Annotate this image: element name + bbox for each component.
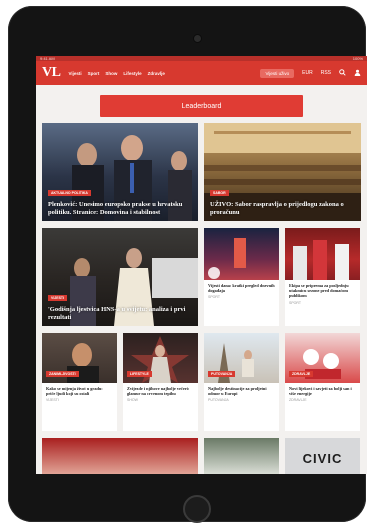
category-tag[interactable]: PUTOVANJA: [208, 371, 236, 377]
featured-article-1[interactable]: AKTUALNO POLITIKA Plenković: Unesimo eur…: [42, 123, 198, 221]
status-battery: 100%: [352, 56, 363, 61]
currency-link[interactable]: EUR: [302, 70, 313, 76]
bottom-card-4-photo: ZDRAVLJE: [285, 333, 360, 383]
secondary-card-2[interactable]: Ekipa se priprema za posljednju utakmicu…: [285, 228, 360, 326]
category-tag[interactable]: SABOR: [210, 190, 229, 196]
bottom-card-2-photo: LIFESTYLE: [123, 333, 198, 383]
featured-row: AKTUALNO POLITIKA Plenković: Unesimo eur…: [36, 123, 367, 221]
leaderboard-container: Leaderboard: [36, 85, 367, 123]
secondary-main-overlay: VIJESTI 'Godišnja ljestvica HNS-a u svij…: [48, 286, 192, 321]
secondary-row: VIJESTI 'Godišnja ljestvica HNS-a u svij…: [36, 228, 367, 326]
bottom-card-3-photo: PUTOVANJA: [204, 333, 279, 383]
search-icon[interactable]: [339, 68, 346, 78]
nav-item-show[interactable]: Show: [105, 71, 117, 76]
article-meta: SPORT: [289, 300, 301, 305]
featured-photo-1: AKTUALNO POLITIKA Plenković: Unesimo eur…: [42, 123, 198, 221]
live-news-pill[interactable]: Vijesti uživo: [260, 68, 295, 78]
secondary-card-1-photo: [204, 228, 279, 280]
rss-link[interactable]: RSS: [321, 70, 331, 76]
headline[interactable]: Vijesti dana: kratki pregled dnevnih dog…: [204, 280, 279, 293]
promo-card-1[interactable]: [42, 438, 198, 474]
bottom-card-3[interactable]: PUTOVANJA Najbolje destinacije za prolje…: [204, 333, 279, 431]
top-navigation: VL Vijesti Sport Show Lifestyle Zdravlje…: [36, 61, 367, 85]
article-meta: ZDRAVLJE: [289, 398, 307, 403]
article-meta: PUTOVANJA: [208, 398, 229, 403]
featured-photo-2: SABOR UŽIVO: Sabor raspravlja o prijedlo…: [204, 123, 361, 221]
headline[interactable]: Novi lijekovi i savjeti za bolji san i v…: [285, 383, 360, 396]
user-icon[interactable]: [354, 69, 361, 78]
article-meta: SHOW: [127, 398, 138, 403]
bottom-row: ZANIMLJIVOSTI Kako se mijenja život u gr…: [36, 333, 367, 431]
featured-article-2[interactable]: SABOR UŽIVO: Sabor raspravlja o prijedlo…: [204, 123, 361, 221]
camera-icon: [194, 35, 201, 42]
civic-ad[interactable]: CIVIC: [285, 438, 360, 474]
headline[interactable]: Zvijezde i njihove najbolje večeri: glam…: [123, 383, 198, 396]
screen: 9:41 AM 100% VL Vijesti Sport Show Lifes…: [36, 56, 367, 474]
article-meta: SPORT: [208, 295, 220, 300]
secondary-card-1[interactable]: Vijesti dana: kratki pregled dnevnih dog…: [204, 228, 279, 326]
bottom-card-1-photo: ZANIMLJIVOSTI: [42, 333, 117, 383]
category-tag[interactable]: VIJESTI: [48, 295, 68, 301]
headline[interactable]: Kako se mijenja život u gradu: priče lju…: [42, 383, 117, 396]
promo-card-2[interactable]: [204, 438, 279, 474]
category-tag[interactable]: ZDRAVLJE: [289, 371, 314, 377]
nav-item-zdravlje[interactable]: Zdravlje: [148, 71, 165, 76]
nav-right: Vijesti uživo EUR RSS: [260, 68, 361, 78]
headline[interactable]: UŽIVO: Sabor raspravlja o prijedlogu zak…: [210, 201, 355, 216]
nav-item-lifestyle[interactable]: Lifestyle: [123, 71, 141, 76]
featured-overlay-2: SABOR UŽIVO: Sabor raspravlja o prijedlo…: [210, 181, 355, 216]
site-logo[interactable]: VL: [42, 65, 61, 81]
secondary-card-2-photo: [285, 228, 360, 280]
secondary-main-photo: VIJESTI 'Godišnja ljestvica HNS-a u svij…: [42, 228, 198, 326]
category-tag[interactable]: AKTUALNO POLITIKA: [48, 190, 91, 196]
tablet-frame: 9:41 AM 100% VL Vijesti Sport Show Lifes…: [8, 6, 367, 523]
headline[interactable]: 'Godišnja ljestvica HNS-a u svijetu: ana…: [48, 306, 192, 321]
bottom-card-2[interactable]: LIFESTYLE Zvijezde i njihove najbolje ve…: [123, 333, 198, 431]
partial-row: CIVIC: [36, 438, 367, 474]
nav-item-sport[interactable]: Sport: [88, 71, 100, 76]
headline[interactable]: Plenković: Unesimo europsko prakse u hrv…: [48, 201, 192, 216]
bottom-card-4[interactable]: ZDRAVLJE Novi lijekovi i savjeti za bolj…: [285, 333, 360, 431]
home-button[interactable]: [183, 495, 211, 523]
leaderboard-ad[interactable]: Leaderboard: [100, 95, 303, 117]
nav-item-vijesti[interactable]: Vijesti: [68, 71, 81, 76]
category-tag[interactable]: ZANIMLJIVOSTI: [46, 371, 79, 377]
status-time: 9:41 AM: [40, 56, 55, 61]
civic-ad-label: CIVIC: [302, 450, 343, 466]
featured-overlay-1: AKTUALNO POLITIKA Plenković: Unesimo eur…: [48, 181, 192, 216]
bottom-card-1[interactable]: ZANIMLJIVOSTI Kako se mijenja život u gr…: [42, 333, 117, 431]
category-tag[interactable]: LIFESTYLE: [127, 371, 152, 377]
article-meta: VIJESTI: [46, 398, 59, 403]
headline[interactable]: Ekipa se priprema za posljednju utakmicu…: [285, 280, 360, 299]
secondary-main-article[interactable]: VIJESTI 'Godišnja ljestvica HNS-a u svij…: [42, 228, 198, 326]
headline[interactable]: Najbolje destinacije za proljetni odmor …: [204, 383, 279, 396]
